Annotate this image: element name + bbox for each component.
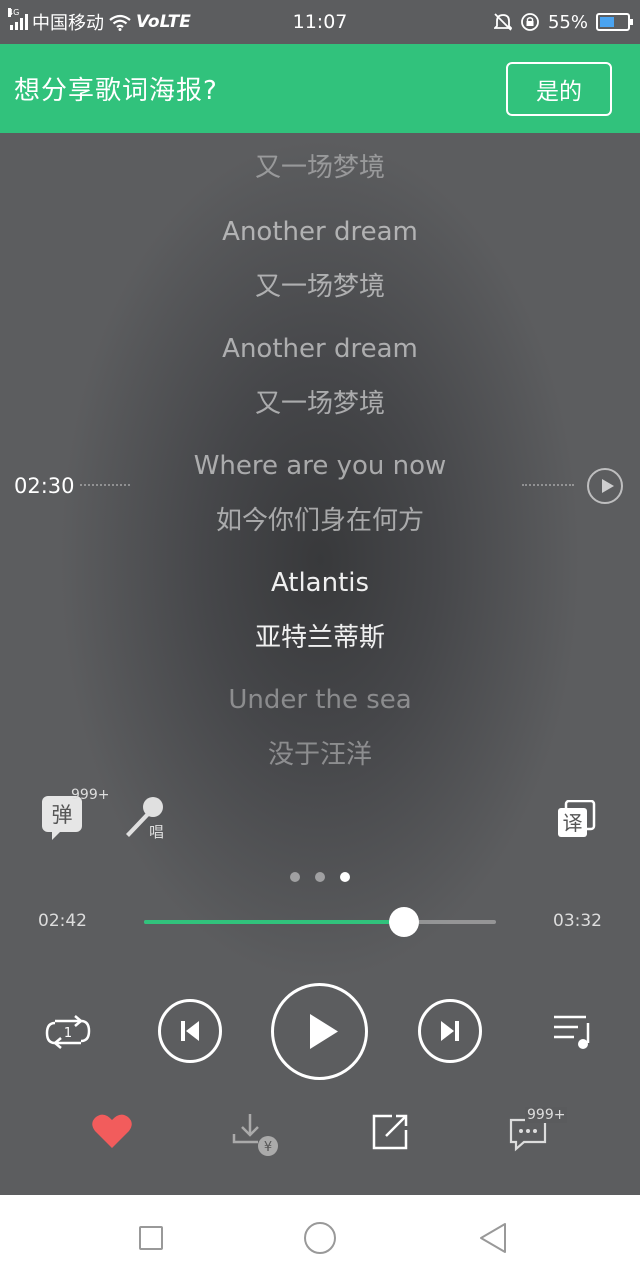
rotation-lock-icon [521, 13, 539, 31]
page-dot [315, 872, 325, 882]
comment-count-badge: 999+ [525, 1107, 568, 1123]
lyric-line: 没于汪洋 [267, 740, 372, 770]
play-from-line-button[interactable] [587, 468, 623, 504]
next-button[interactable] [418, 999, 482, 1063]
battery-icon [596, 13, 633, 31]
lyric-line: 如今你们身在何方 [215, 506, 424, 536]
lyric-line: 又一场梦境 [254, 272, 385, 302]
next-icon [441, 1021, 459, 1041]
share-prompt: 想分享歌词海报? [14, 76, 218, 106]
paid-badge: ¥ [264, 1140, 272, 1155]
total-time: 03:32 [553, 911, 602, 931]
sing-label: 唱 [149, 823, 165, 841]
progress-bar[interactable] [144, 907, 496, 937]
lyric-line: Another dream [222, 217, 418, 247]
seek-time: 02:30 [14, 474, 75, 498]
share-lyrics-poster-banner: 想分享歌词海报? 是的 [0, 44, 640, 133]
danmu-count-badge: 999+ [71, 787, 110, 803]
confirm-share-button[interactable]: 是的 [506, 61, 612, 116]
recent-apps-button[interactable] [139, 1226, 163, 1250]
seek-line-right [522, 484, 574, 486]
share-icon[interactable] [370, 1112, 410, 1152]
lyric-line: Another dream [222, 334, 418, 364]
back-button[interactable] [478, 1222, 508, 1254]
seek-line-left [80, 484, 130, 486]
status-bar: 4G 中国移动 VoLTE 11:07 55% [0, 0, 640, 44]
repeat-one-icon[interactable]: 1 [45, 1013, 91, 1051]
lyric-line: Where are you now [193, 451, 447, 481]
lyric-line: Atlantis [270, 568, 370, 598]
page-dot [290, 872, 300, 882]
translate-icon[interactable]: 译 [556, 800, 596, 838]
lyric-line: Under the sea [228, 685, 412, 715]
download-icon[interactable]: ¥ [232, 1112, 280, 1158]
page-dot [340, 872, 350, 882]
translate-label: 译 [563, 811, 583, 835]
previous-button[interactable] [158, 999, 222, 1063]
battery-percent: 55% [547, 11, 588, 33]
page-indicator [0, 872, 640, 882]
current-time: 02:42 [38, 911, 87, 931]
play-button[interactable] [271, 983, 368, 1080]
svg-text:1: 1 [64, 1026, 72, 1041]
like-heart-icon[interactable] [91, 1112, 133, 1150]
danmu-label: 弹 [51, 803, 73, 827]
lyric-line: 又一场梦境 [254, 153, 385, 183]
lyric-line: 亚特兰蒂斯 [254, 623, 385, 653]
progress-fill [144, 920, 405, 924]
home-button[interactable] [304, 1222, 336, 1254]
play-icon [310, 1014, 338, 1049]
playlist-icon[interactable] [552, 1013, 594, 1051]
lyric-line: 又一场梦境 [254, 389, 385, 419]
previous-icon [181, 1021, 199, 1041]
mute-bell-icon [493, 13, 512, 31]
